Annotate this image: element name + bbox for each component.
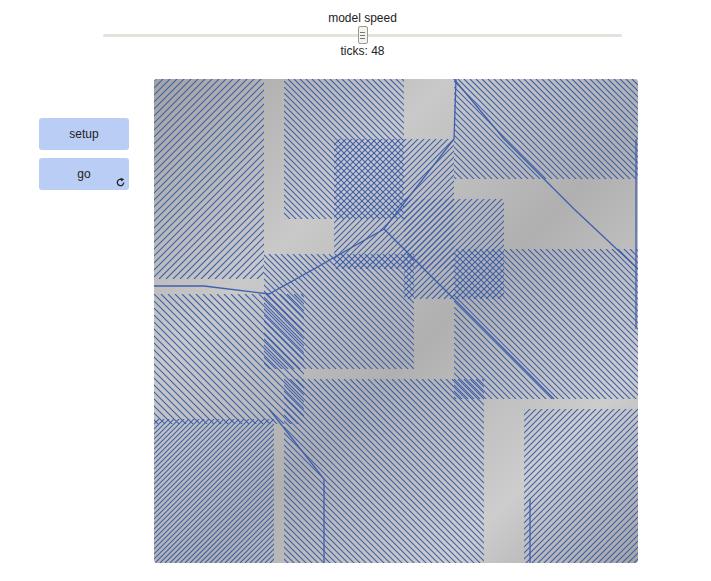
trail-line	[269, 409, 324, 563]
trail-region	[334, 139, 454, 269]
trail-region	[284, 79, 404, 219]
world-view	[154, 79, 638, 563]
trail-region	[154, 79, 264, 279]
trail-region	[284, 379, 484, 563]
forever-icon	[115, 177, 126, 188]
trail-region	[154, 294, 304, 424]
trail-region	[154, 419, 274, 563]
trail-line	[635, 139, 636, 329]
trail-region	[404, 199, 504, 299]
button-panel: setup go	[0, 79, 154, 563]
trail-region	[454, 79, 638, 179]
tick-counter: ticks: 48	[103, 44, 622, 59]
trail-line	[529, 499, 530, 563]
slider-label: model speed	[103, 11, 622, 26]
slider-thumb[interactable]	[358, 26, 368, 44]
go-button[interactable]: go	[39, 158, 129, 190]
trail-region	[524, 409, 638, 563]
button-label: setup	[69, 127, 98, 141]
setup-button[interactable]: setup	[39, 118, 129, 150]
trail-line	[454, 79, 638, 269]
speed-slider-panel: model speed ticks: 48	[103, 0, 622, 59]
speed-slider-track[interactable]	[103, 34, 622, 37]
trail-line	[384, 229, 554, 399]
button-label: go	[77, 167, 90, 181]
trail-region	[454, 249, 638, 399]
trail-line	[154, 79, 456, 294]
trail-region	[264, 254, 414, 369]
